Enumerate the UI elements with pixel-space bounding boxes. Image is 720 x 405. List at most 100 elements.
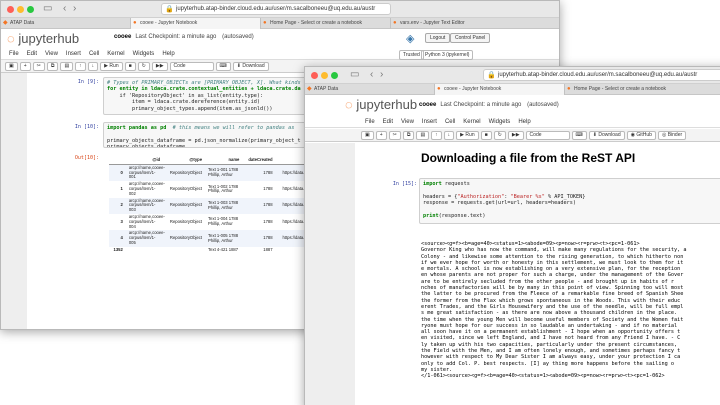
output-line: Governor King who has now the command, w… — [421, 247, 687, 254]
code-line: % API_TOKEN} — [544, 193, 586, 200]
minimize-window-icon[interactable] — [321, 72, 328, 79]
logout-button[interactable]: Logout — [425, 33, 451, 43]
address-bar[interactable]: 🔒 jupyterhub.atap-binder.cloud.edu.au/us… — [161, 3, 391, 15]
paste-icon[interactable]: ▤ — [416, 131, 430, 140]
sidebar-toggle-icon[interactable]: ▭ — [43, 3, 52, 14]
add-cell-icon[interactable]: + — [375, 131, 387, 140]
jupyter-favicon-icon: ● — [263, 20, 267, 26]
cell-type-select[interactable]: Code — [169, 62, 214, 71]
add-cell-icon[interactable]: + — [19, 62, 31, 71]
jupyter-favicon-icon: ● — [437, 86, 441, 92]
tab-vars-env[interactable]: ● vars.env - Jupyter Text Editor — [391, 18, 559, 29]
code-line: headers = { — [423, 193, 458, 200]
tab-cooee-notebook[interactable]: ● cooee - Jupyter Notebook — [131, 18, 261, 29]
run-button[interactable]: ▶ Run — [456, 131, 479, 140]
output-line: en visited, since we left England, and I… — [421, 335, 681, 342]
restart-run-icon[interactable]: ▶▶ — [507, 131, 524, 140]
zoom-window-icon[interactable] — [27, 6, 34, 13]
save-icon[interactable]: ▣ — [361, 131, 374, 140]
row-index: 1352 — [113, 246, 123, 252]
url-text: jupyterhub.atap-binder.cloud.edu.au/user… — [498, 72, 698, 78]
jupyterhub-logo[interactable]: ◌ jupyterhub — [7, 31, 79, 46]
table-cell: 1788 — [242, 197, 276, 214]
tab-atap-data[interactable]: ◆ ATAP Data — [1, 18, 131, 29]
download-button[interactable]: ⬇ Download — [588, 131, 625, 140]
code-line: item = ldaca.crate.dereference(entity.id… — [107, 99, 261, 106]
table-header: dateCreated — [242, 157, 276, 165]
zoom-window-icon[interactable] — [331, 72, 338, 79]
back-arrow-icon[interactable]: ‹ — [63, 3, 66, 14]
back-arrow-icon[interactable]: ‹ — [370, 69, 373, 80]
table-cell: arcp://name,cooee-corpus/item/1-002 — [128, 181, 165, 196]
download-button[interactable]: ⬇ Download — [232, 62, 269, 71]
code-string: "Bearer %s" — [510, 193, 545, 200]
move-up-icon[interactable]: ↑ — [431, 131, 442, 140]
table-cell: Text 1-002 1788 Phillip, Arthur — [208, 183, 239, 194]
cell-type-select[interactable]: Code — [525, 131, 570, 140]
menu-view[interactable]: View — [45, 49, 58, 60]
interrupt-icon[interactable]: ■ — [124, 62, 136, 71]
control-panel-button[interactable]: Control Panel — [450, 33, 491, 43]
code-cell-15[interactable]: import requests headers = {"Authorizatio… — [419, 178, 720, 224]
move-down-icon[interactable]: ↓ — [87, 62, 99, 71]
notebook-title[interactable]: cooee Last Checkpoint: a minute ago (auto… — [114, 34, 254, 40]
menu-edit[interactable]: Edit — [27, 49, 37, 60]
binder-button[interactable]: ◎ Binder — [657, 131, 687, 140]
move-up-icon[interactable]: ↑ — [75, 62, 86, 71]
save-icon[interactable]: ▣ — [5, 62, 18, 71]
url-text: jupyterhub.atap-binder.cloud.edu.au/user… — [176, 6, 376, 12]
forward-arrow-icon[interactable]: › — [73, 3, 76, 14]
restart-run-icon[interactable]: ▶▶ — [151, 62, 168, 71]
address-bar[interactable]: 🔒 jupyterhub.atap-binder.cloud.edu.au/us… — [483, 69, 720, 81]
row-index: 0 — [109, 164, 126, 182]
minimize-window-icon[interactable] — [17, 6, 24, 13]
tab-atap-data[interactable]: ◆ ATAP Data — [305, 84, 435, 95]
table-cell: Text 1-003 1788 Phillip, Arthur — [205, 197, 243, 214]
output-line: Colony - and likewise some attention to … — [421, 253, 684, 260]
menu-help[interactable]: Help — [162, 49, 174, 60]
keyboard-icon[interactable]: ⌨ — [215, 62, 231, 71]
move-down-icon[interactable]: ↓ — [443, 131, 455, 140]
menu-cell[interactable]: Cell — [89, 49, 99, 60]
close-window-icon[interactable] — [7, 6, 14, 13]
table-row: 3 arcp://name,cooee-corpus/item/1-004 Repo… — [109, 214, 319, 230]
menu-widgets[interactable]: Widgets — [489, 117, 511, 128]
github-button[interactable]: ◉ GitHub — [626, 131, 656, 140]
table-cell: Text 1-001 1788 Phillip, Arthur — [205, 164, 243, 182]
sidebar-toggle-icon[interactable]: ▭ — [350, 69, 359, 80]
download-icon: ⬇ — [592, 132, 597, 138]
menu-file[interactable]: File — [365, 117, 375, 128]
interrupt-icon[interactable]: ■ — [480, 131, 492, 140]
tab-home-page[interactable]: ● Home Page - Select or create a notebook — [565, 84, 720, 95]
kernel-indicator[interactable]: Python 3 (ipykernel) — [421, 50, 474, 60]
close-window-icon[interactable] — [311, 72, 318, 79]
keyboard-icon[interactable]: ⌨ — [571, 131, 587, 140]
run-button[interactable]: ▶ Run — [100, 62, 123, 71]
menu-insert[interactable]: Insert — [66, 49, 81, 60]
jupyterhub-logo[interactable]: ◌ jupyterhub — [345, 97, 417, 112]
menu-widgets[interactable]: Widgets — [133, 49, 155, 60]
menu-edit[interactable]: Edit — [383, 117, 393, 128]
cut-icon[interactable]: ✂ — [388, 131, 401, 140]
notebook-title[interactable]: cooee Last Checkpoint: a minute ago (auto… — [419, 102, 559, 108]
primary-objects-dataframe: @id @type name dateCreated 0 arcp://name,coo… — [109, 157, 319, 254]
menu-file[interactable]: File — [9, 49, 19, 60]
forward-arrow-icon[interactable]: › — [380, 69, 383, 80]
menu-cell[interactable]: Cell — [445, 117, 455, 128]
menu-view[interactable]: View — [401, 117, 414, 128]
menu-insert[interactable]: Insert — [422, 117, 437, 128]
menu-help[interactable]: Help — [518, 117, 530, 128]
tab-cooee-notebook[interactable]: ● cooee - Jupyter Notebook — [435, 84, 565, 95]
table-cell: RepositoryObject — [169, 185, 203, 191]
tab-home-page[interactable]: ● Home Page - Select or create a notebook — [261, 18, 391, 29]
cut-icon[interactable]: ✂ — [32, 62, 45, 71]
menu-kernel[interactable]: Kernel — [107, 49, 124, 60]
restart-icon[interactable]: ↻ — [493, 131, 506, 140]
table-cell: arcp://name,cooee-corpus/item/1-005 — [125, 230, 165, 247]
restart-icon[interactable]: ↻ — [137, 62, 150, 71]
copy-icon[interactable]: ⧉ — [402, 131, 415, 140]
copy-icon[interactable]: ⧉ — [46, 62, 59, 71]
menu-kernel[interactable]: Kernel — [463, 117, 480, 128]
output-line: </1-061><source><g=f><b=age=40><status=1… — [421, 373, 665, 380]
paste-icon[interactable]: ▤ — [60, 62, 74, 71]
